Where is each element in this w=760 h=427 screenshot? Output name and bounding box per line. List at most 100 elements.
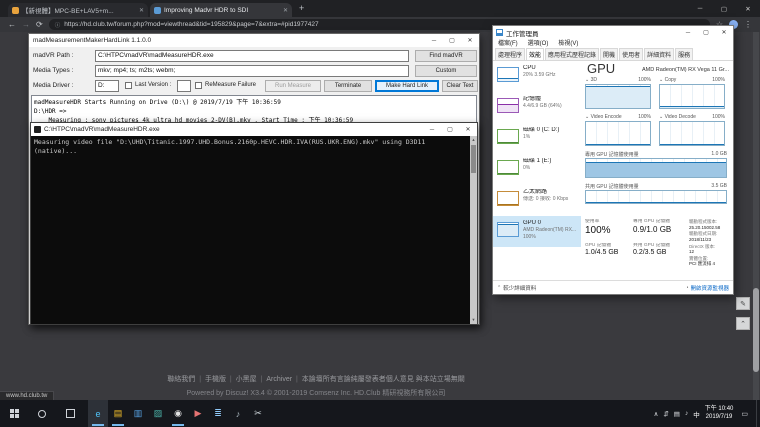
footer-link[interactable]: 手機版 — [197, 376, 226, 383]
tab-startup[interactable]: 開機 — [600, 48, 618, 60]
tab-close-icon[interactable]: ✕ — [283, 7, 288, 14]
dedicated-memory-chart — [585, 158, 727, 178]
console-maximize-button[interactable]: ▢ — [441, 123, 459, 136]
tab-services[interactable]: 服務 — [675, 48, 693, 60]
terminate-button[interactable]: Terminate — [324, 80, 372, 92]
remeasure-checkbox[interactable] — [195, 82, 202, 89]
gpu-3d-chart-block: ⌄ 3D 100% — [585, 77, 651, 109]
browser-menu-icon[interactable]: ⋮ — [744, 20, 752, 29]
make-hard-link-button[interactable]: Make Hard Link — [375, 80, 439, 92]
console-output: Measuring video file "D:\UHD\Titanic.199… — [31, 136, 470, 324]
sidebar-item-gpu0[interactable]: GPU 0 AMD Radeon(TM) RX... 100% — [493, 216, 581, 247]
tab-details[interactable]: 詳細資料 — [644, 48, 674, 60]
snip-icon[interactable]: ✂ — [248, 400, 268, 427]
gpu-copy-chart-block: ⌄ Copy 100% — [659, 77, 725, 109]
edge-icon[interactable]: e — [88, 400, 108, 427]
tab-processes[interactable]: 處理程序 — [495, 48, 525, 60]
scroll-down-arrow-icon[interactable]: ▼ — [470, 316, 477, 324]
network-icon[interactable]: ⇵ — [663, 410, 668, 418]
start-button[interactable] — [0, 400, 28, 427]
show-desktop-button[interactable] — [756, 400, 760, 427]
tm-maximize-button[interactable]: ▢ — [697, 26, 715, 39]
scroll-top-button[interactable]: ⌃ — [736, 317, 750, 330]
stat-dedicated-memory: 專用 GPU 記憶體 0.9/1.0 GB — [633, 219, 687, 234]
console-close-button[interactable]: ✕ — [459, 123, 477, 136]
sidebar-item-cpu[interactable]: CPU 20% 3.59 GHz — [493, 61, 581, 92]
refresh-icon[interactable]: ⟳ — [36, 20, 43, 29]
minimize-button[interactable]: ─ — [425, 34, 443, 47]
console-scrollbar[interactable]: ▲ ▼ — [470, 136, 477, 324]
chart-copy-label[interactable]: ⌄ Copy — [659, 77, 676, 84]
store-icon[interactable]: ▥ — [128, 400, 148, 427]
close-button[interactable]: ✕ — [461, 34, 479, 47]
forward-icon[interactable]: → — [22, 20, 30, 29]
documents-icon[interactable]: ≣ — [208, 400, 228, 427]
photos-icon[interactable]: ▨ — [148, 400, 168, 427]
media-types-input[interactable]: mkv; mp4; ts; m2ts; webm; — [95, 65, 409, 77]
chart-video-encode-label[interactable]: ⌄ Video Encode — [585, 114, 622, 121]
tab-title: Improving Madvr HDR to SDI — [164, 7, 280, 14]
browser-maximize-button[interactable]: ▢ — [712, 0, 736, 17]
console-window: C:\HTPC\madVR\madMeasureHDR.exe ─ ▢ ✕ Me… — [30, 122, 478, 325]
find-madvr-button[interactable]: Find madVR — [415, 50, 477, 62]
taskbar-clock[interactable]: 下午 10:40 2019/7/19 — [705, 406, 734, 422]
tab-performance[interactable]: 效能 — [526, 48, 544, 60]
controls-row: Media Driver : D: Last Version : ReMeasu… — [29, 80, 479, 92]
search-button[interactable] — [28, 400, 56, 427]
sidebar-item-disk0[interactable]: 磁碟 0 (C: D:) 1% — [493, 123, 581, 154]
chart-video-decode-label[interactable]: ⌄ Video Decode — [659, 114, 696, 121]
site-info-icon[interactable]: ⓘ — [55, 21, 61, 29]
media-driver-input[interactable]: D: — [95, 80, 119, 92]
footer-link[interactable]: 聯絡我們 — [167, 376, 195, 383]
stat-shared-memory: 共用 GPU 記憶體 0.2/3.5 GB — [633, 243, 687, 256]
task-manager-title-bar[interactable]: 工作管理員 ─ ▢ ✕ — [493, 26, 733, 39]
console-minimize-button[interactable]: ─ — [423, 123, 441, 136]
fewer-details-button[interactable]: ⌃ 較少詳細資料 — [497, 284, 536, 292]
action-center-icon[interactable]: ▭ — [741, 410, 748, 418]
last-version-field[interactable] — [177, 80, 191, 92]
console-scroll-thumb[interactable] — [471, 145, 476, 173]
gpu-3d-chart — [585, 84, 651, 109]
storage-icon[interactable]: ▤ — [674, 410, 680, 418]
chart-3d-label[interactable]: ⌄ 3D — [585, 77, 597, 84]
file-explorer-icon[interactable]: ▤ — [108, 400, 128, 427]
language-indicator[interactable]: 中 — [693, 409, 700, 419]
footer-link[interactable]: 小黑屋 — [228, 376, 257, 383]
browser-close-button[interactable]: ✕ — [736, 0, 760, 17]
tab-close-icon[interactable]: ✕ — [139, 7, 144, 14]
madmeasure-title-bar[interactable]: madMeasurementMakerHardLink 1.1.0.0 ─ ▢ … — [29, 34, 479, 47]
scroll-up-arrow-icon[interactable]: ▲ — [470, 136, 477, 144]
browser-tab-1[interactable]: 【新視體】MPC-BE+LAV5+m... ✕ — [8, 3, 148, 17]
open-resource-monitor-link[interactable]: ◔ 開啟資源監視器 — [685, 284, 729, 292]
up-arrow-icon: ⌃ — [740, 320, 746, 328]
scrollbar-thumb[interactable] — [753, 288, 759, 372]
last-version-checkbox[interactable] — [125, 82, 132, 89]
sidebar-item-disk1[interactable]: 磁碟 1 (E:) 0% — [493, 154, 581, 185]
browser-tab-2-active[interactable]: Improving Madvr HDR to SDI ✕ — [150, 3, 292, 17]
show-hidden-icons[interactable]: ∧ — [654, 410, 659, 418]
clear-text-button[interactable]: Clear Text — [442, 80, 478, 92]
sidebar-item-ethernet[interactable]: 乙太網路 傳送: 0 接收: 0 Kbps — [493, 185, 581, 216]
page-scrollbar[interactable] — [753, 32, 759, 400]
disk1-mini-chart — [497, 160, 519, 175]
custom-button[interactable]: Custom — [415, 65, 477, 77]
sidebar-item-memory[interactable]: 記憶體 4.4/6.9 GB (64%) — [493, 92, 581, 123]
volume-icon[interactable]: ♪ — [685, 410, 688, 417]
tab-app-history[interactable]: 應用程式歷程記錄 — [545, 48, 599, 60]
chrome-icon[interactable]: ◉ — [168, 400, 188, 427]
tab-users[interactable]: 使用者 — [619, 48, 643, 60]
new-tab-button[interactable]: + — [299, 3, 304, 13]
task-manager-window: 工作管理員 ─ ▢ ✕ 檔案(F) 選項(O) 檢視(V) 處理程序 效能 應用… — [492, 25, 734, 295]
task-view-button[interactable] — [56, 400, 84, 427]
music-icon[interactable]: ♪ — [228, 400, 248, 427]
browser-minimize-button[interactable]: ─ — [688, 0, 712, 17]
tm-close-button[interactable]: ✕ — [715, 26, 733, 39]
media-player-icon[interactable]: ▶ — [188, 400, 208, 427]
footer-link[interactable]: Archiver — [259, 376, 292, 383]
console-title-bar[interactable]: C:\HTPC\madVR\madMeasureHDR.exe ─ ▢ ✕ — [31, 123, 477, 136]
back-icon[interactable]: ← — [8, 20, 16, 29]
maximize-button[interactable]: ▢ — [443, 34, 461, 47]
quick-reply-button[interactable]: ✎ — [736, 297, 750, 310]
madvr-path-input[interactable]: C:\HTPC\madVR\madMeasureHDR.exe — [95, 50, 409, 62]
tm-minimize-button[interactable]: ─ — [679, 26, 697, 39]
